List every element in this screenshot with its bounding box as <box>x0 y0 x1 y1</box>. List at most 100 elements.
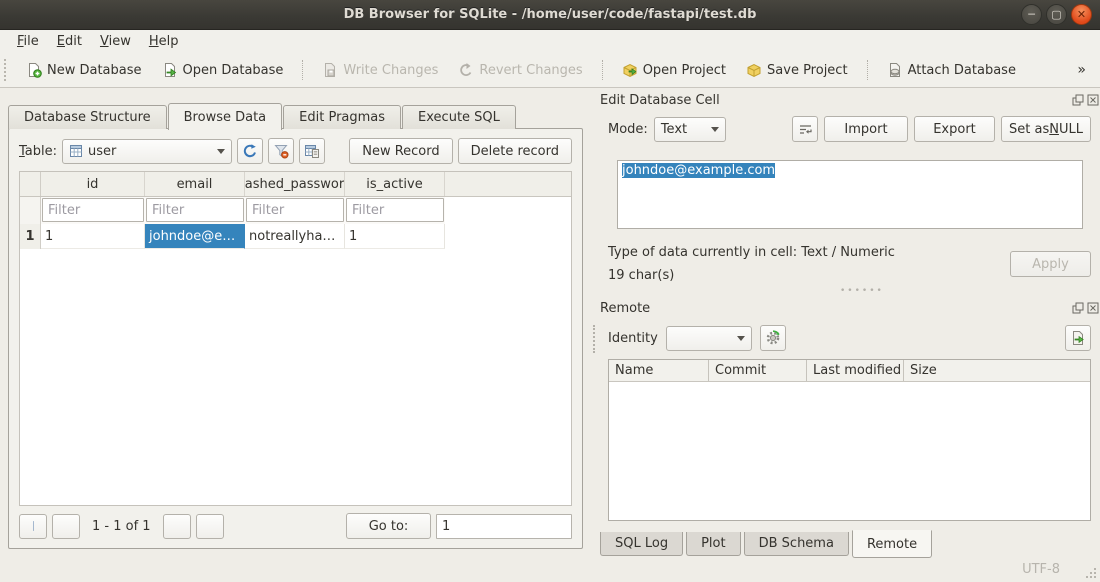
tab-db-schema[interactable]: DB Schema <box>744 532 849 556</box>
remote-dock-title: Remote <box>600 301 650 316</box>
tab-database-structure[interactable]: Database Structure <box>8 105 167 129</box>
close-dock-icon[interactable] <box>1087 302 1099 314</box>
clone-database-button[interactable] <box>1065 325 1091 351</box>
browse-data-pane: Table: user New Record Delete record <box>8 128 583 549</box>
first-page-button[interactable] <box>19 514 47 539</box>
grid-header-row: id email ashed_passwor is_active <box>20 172 571 197</box>
title-bar[interactable]: DB Browser for SQLite - /home/user/code/… <box>0 0 1100 30</box>
last-page-button[interactable] <box>196 514 224 539</box>
revert-changes-button[interactable]: Revert Changes <box>451 58 589 82</box>
open-database-button[interactable]: Open Database <box>155 58 291 82</box>
apply-button[interactable]: Apply <box>1010 251 1091 277</box>
clone-database-icon <box>1070 330 1086 346</box>
identity-settings-button[interactable] <box>760 325 786 351</box>
char-count-text: 19 char(s) <box>608 268 674 283</box>
save-results-button[interactable] <box>299 138 325 164</box>
float-dock-icon[interactable] <box>1072 302 1084 314</box>
chevron-down-icon <box>217 149 225 154</box>
attach-database-icon <box>887 62 903 78</box>
table-select-value: user <box>88 144 116 159</box>
previous-page-button[interactable] <box>52 514 80 539</box>
export-button[interactable]: Export <box>914 116 995 142</box>
column-header-id[interactable]: id <box>41 172 145 196</box>
filter-input-is-active[interactable] <box>346 198 444 222</box>
column-header-email[interactable]: email <box>145 172 245 196</box>
close-button[interactable]: ✕ <box>1071 4 1092 25</box>
row-filler <box>445 224 571 249</box>
open-project-button[interactable]: Open Project <box>615 58 733 82</box>
chevron-down-icon <box>737 336 745 341</box>
tab-execute-sql[interactable]: Execute SQL <box>402 105 516 129</box>
remote-dock-buttons <box>1072 302 1099 314</box>
tab-remote[interactable]: Remote <box>852 530 932 558</box>
toolbar-overflow-button[interactable]: » <box>1077 62 1092 78</box>
toolbar-drag-handle[interactable] <box>4 59 9 81</box>
pagination-bar: 1 - 1 of 1 Go to: <box>19 513 572 539</box>
remote-column-commit[interactable]: Commit <box>709 360 807 381</box>
identity-select[interactable] <box>666 326 752 351</box>
column-header-hashed-password[interactable]: ashed_passwor <box>245 172 345 196</box>
cell-type-text: Type of data currently in cell: Text / N… <box>608 245 895 260</box>
remote-column-size[interactable]: Size <box>904 360 1090 381</box>
dock-splitter-handle[interactable]: •••••• <box>840 286 884 296</box>
float-dock-icon[interactable] <box>1072 94 1084 106</box>
menu-edit[interactable]: Edit <box>48 32 91 51</box>
mode-select-value: Text <box>661 122 687 137</box>
word-wrap-icon <box>798 122 813 137</box>
write-changes-button[interactable]: Write Changes <box>315 58 445 82</box>
cell-hashed-password[interactable]: notreallyha… <box>245 224 345 249</box>
tab-sql-log[interactable]: SQL Log <box>600 532 683 556</box>
clear-filters-button[interactable] <box>268 138 294 164</box>
set-as-null-button[interactable]: Set as NULL <box>1001 116 1091 142</box>
cell-is-active[interactable]: 1 <box>345 224 445 249</box>
grid-corner[interactable] <box>20 172 41 196</box>
cell-editor[interactable]: johndoe@example.com <box>617 160 1083 229</box>
new-database-button[interactable]: New Database <box>19 58 149 82</box>
previous-page-icon <box>65 519 67 533</box>
cell-id[interactable]: 1 <box>41 224 145 249</box>
filter-input-email[interactable] <box>146 198 244 222</box>
tab-plot[interactable]: Plot <box>686 532 741 556</box>
menu-file[interactable]: File <box>8 32 48 51</box>
new-record-button[interactable]: New Record <box>349 138 452 164</box>
refresh-button[interactable] <box>237 138 263 164</box>
new-database-icon <box>26 62 42 78</box>
filter-input-hashed-password[interactable] <box>246 198 344 222</box>
save-project-button[interactable]: Save Project <box>739 58 855 82</box>
dock-resize-handle[interactable] <box>593 325 595 353</box>
mode-select[interactable]: Text <box>654 117 726 142</box>
goto-record-input[interactable] <box>436 514 572 539</box>
maximize-button[interactable]: ▢ <box>1046 4 1067 25</box>
resize-grip[interactable] <box>1084 566 1097 579</box>
grid-empty-area[interactable] <box>20 249 571 505</box>
header-filler <box>445 172 571 196</box>
refresh-icon <box>242 143 258 159</box>
word-wrap-button[interactable] <box>792 116 818 142</box>
column-header-is-active[interactable]: is_active <box>345 172 445 196</box>
last-page-icon <box>209 519 211 533</box>
menu-bar: File Edit View Help <box>0 30 1100 53</box>
toolbar-separator <box>867 60 868 80</box>
remote-column-last-modified[interactable]: Last modified <box>807 360 904 381</box>
goto-button[interactable]: Go to: <box>346 513 431 539</box>
mode-label: Mode: <box>608 122 648 137</box>
row-number[interactable]: 1 <box>20 224 41 249</box>
tab-browse-data[interactable]: Browse Data <box>168 103 283 130</box>
menu-view[interactable]: View <box>91 32 140 51</box>
window-title: DB Browser for SQLite - /home/user/code/… <box>344 7 757 22</box>
minimize-button[interactable]: ─ <box>1021 4 1042 25</box>
tab-edit-pragmas[interactable]: Edit Pragmas <box>283 105 401 129</box>
table-select[interactable]: user <box>62 139 232 164</box>
attach-database-button[interactable]: Attach Database <box>880 58 1023 82</box>
edit-cell-toolbar: Mode: Text Import Export Set as NULL <box>608 116 1091 142</box>
remote-column-name[interactable]: Name <box>609 360 709 381</box>
filter-filler <box>445 197 571 224</box>
next-page-button[interactable] <box>163 514 191 539</box>
delete-record-button[interactable]: Delete record <box>458 138 572 164</box>
close-dock-icon[interactable] <box>1087 94 1099 106</box>
filter-input-id[interactable] <box>42 198 144 222</box>
menu-help[interactable]: Help <box>140 32 188 51</box>
first-page-icon <box>32 519 34 533</box>
cell-email-selected[interactable]: johndoe@e… <box>145 224 245 249</box>
import-button[interactable]: Import <box>824 116 908 142</box>
